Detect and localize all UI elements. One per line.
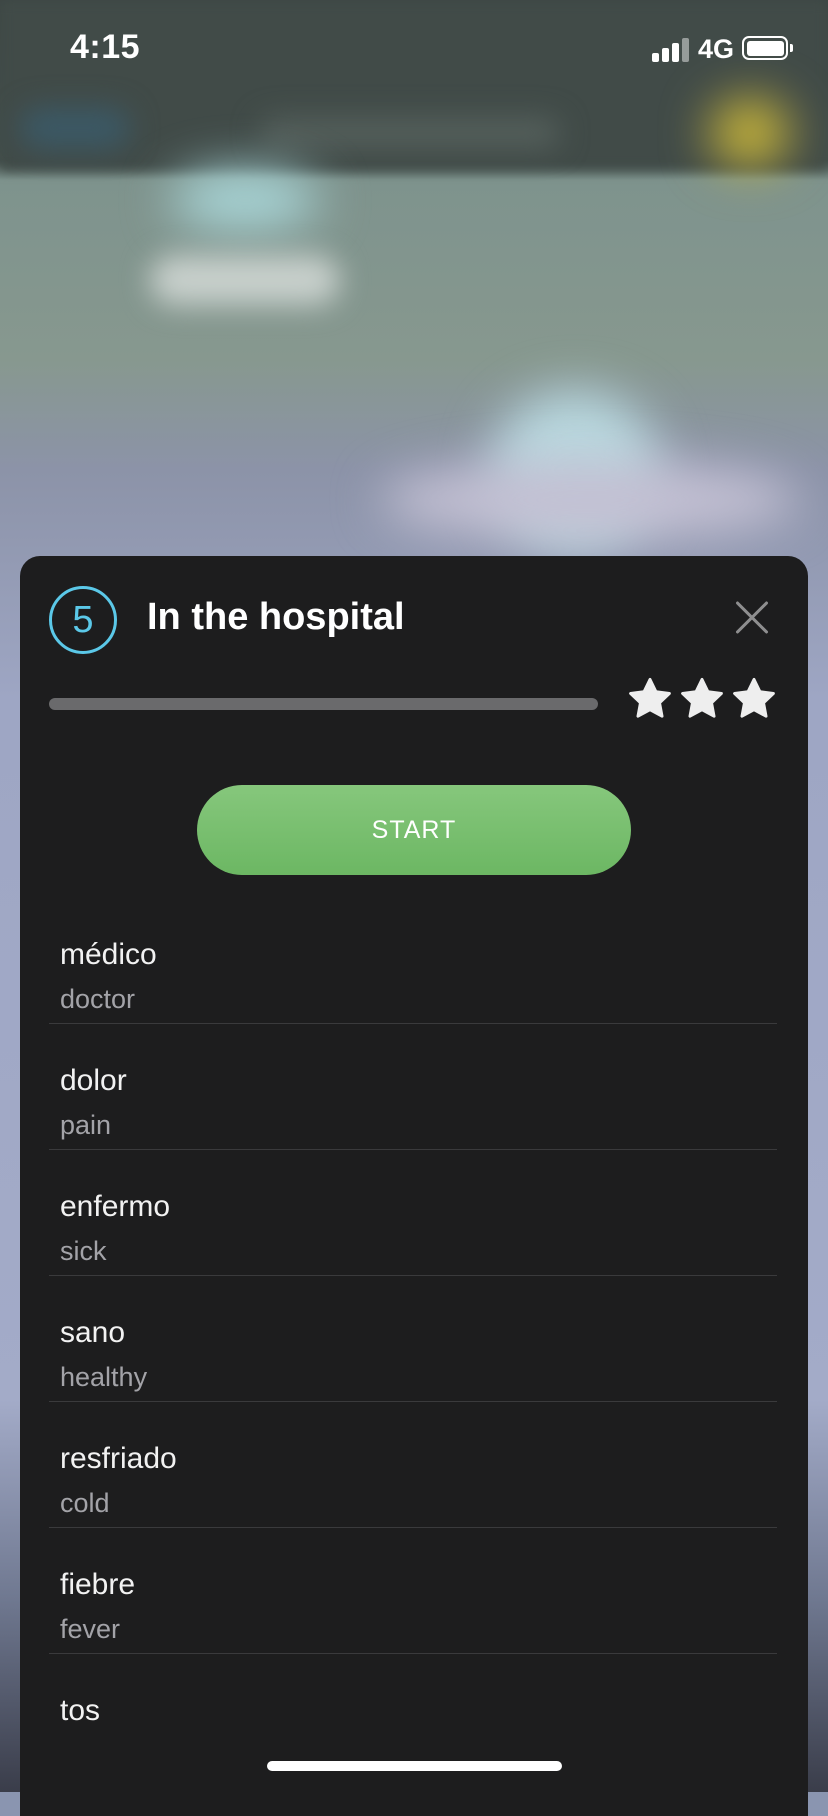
background-blur-ground (380, 460, 800, 540)
level-badge: 5 (49, 586, 117, 654)
list-item[interactable]: sano healthy (49, 1276, 777, 1402)
vocab-word: sano (60, 1316, 126, 1349)
star-icon (627, 676, 673, 728)
list-item[interactable]: médico doctor (49, 898, 777, 1024)
vocab-word: médico (60, 938, 157, 971)
list-item[interactable]: fiebre fever (49, 1528, 777, 1654)
star-rating (627, 676, 777, 728)
signal-icon (652, 38, 690, 62)
network-type: 4G (698, 34, 735, 64)
status-time: 4:15 (70, 28, 141, 66)
background-blur-title (260, 118, 560, 148)
home-indicator[interactable] (267, 1761, 562, 1771)
start-button[interactable]: START (197, 785, 631, 875)
vocab-translation: sick (60, 1236, 107, 1266)
list-item[interactable]: enfermo sick (49, 1150, 777, 1276)
vocab-translation: pain (60, 1110, 112, 1140)
vocab-word: dolor (60, 1064, 127, 1097)
battery-icon (742, 36, 793, 60)
star-icon (731, 676, 777, 728)
lesson-progress-bar (49, 698, 598, 710)
background-blur-button (20, 108, 130, 148)
vocab-word: tos (60, 1694, 101, 1721)
vocabulary-list: médico doctor dolor pain enfermo sick sano heal… (49, 898, 777, 1721)
close-icon[interactable] (734, 600, 770, 636)
background-blur-coin (710, 98, 790, 168)
star-icon (679, 676, 725, 728)
background-blur-shape (170, 170, 320, 230)
vocab-translation: healthy (60, 1362, 148, 1392)
vocab-translation: doctor (60, 984, 136, 1014)
status-bar: 4:15 4G (0, 0, 828, 100)
lesson-sheet: 5 In the hospital START médico doctor dolo… (20, 556, 808, 1816)
lesson-title: In the hospital (147, 596, 405, 638)
list-item[interactable]: resfriado cold (49, 1402, 777, 1528)
vocab-translation: fever (60, 1614, 121, 1644)
vocab-word: enfermo (60, 1190, 171, 1223)
vocab-translation: cold (60, 1488, 110, 1518)
list-item[interactable]: dolor pain (49, 1024, 777, 1150)
vocab-word: fiebre (60, 1568, 136, 1601)
background-blur-label (150, 255, 340, 305)
vocab-word: resfriado (60, 1442, 177, 1475)
list-item[interactable]: tos (49, 1654, 777, 1721)
